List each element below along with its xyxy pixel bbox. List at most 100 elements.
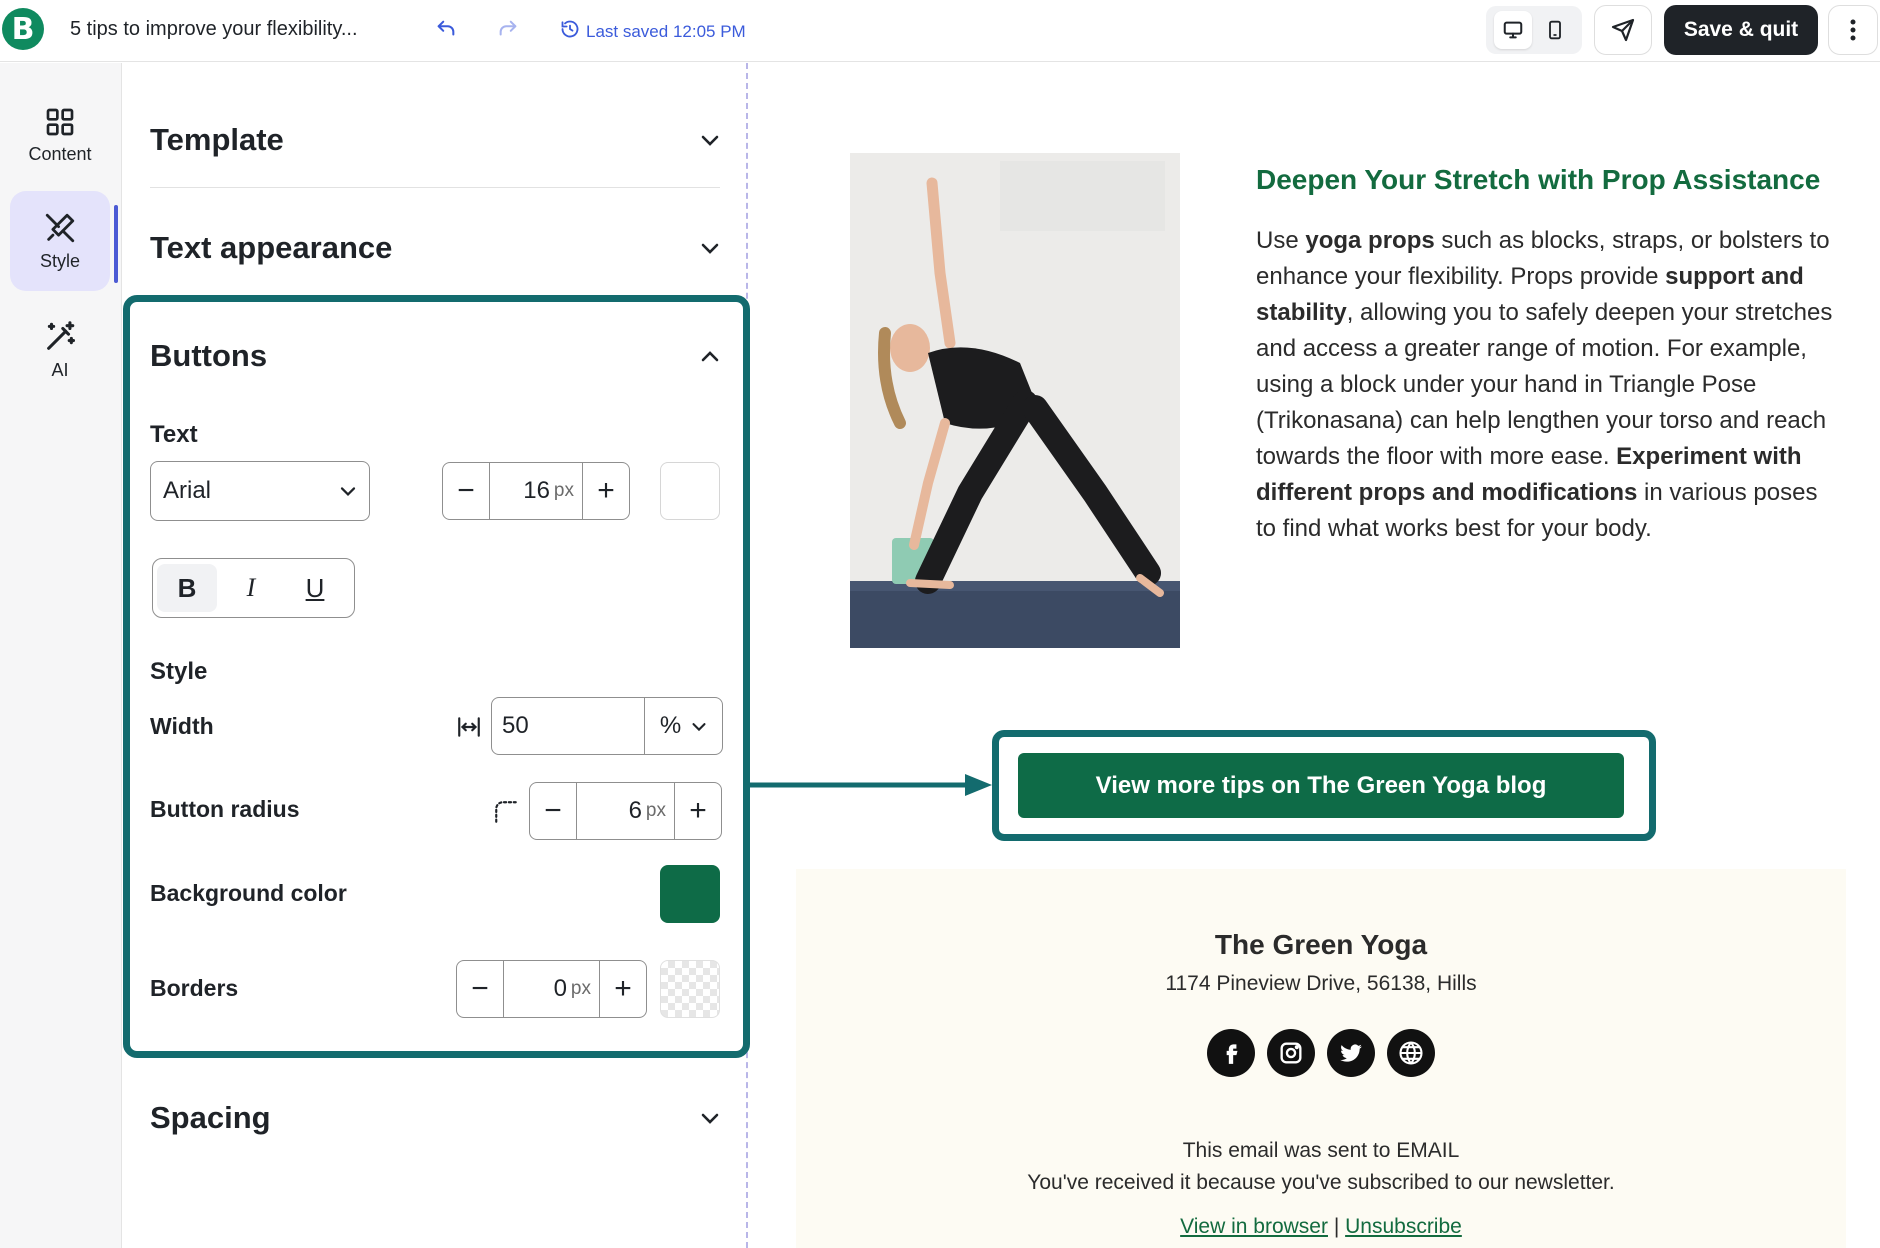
decrease-font-size-button[interactable]: − — [443, 463, 489, 519]
text-subsection-label: Text — [150, 421, 198, 448]
yoga-photo[interactable] — [850, 153, 1180, 648]
connector-arrow — [750, 774, 992, 796]
instagram-icon[interactable] — [1267, 1029, 1315, 1077]
section-template[interactable]: Template — [150, 115, 720, 165]
text-color-swatch[interactable] — [660, 462, 720, 520]
increase-border-button[interactable]: + — [600, 961, 646, 1017]
radius-unit: px — [645, 800, 666, 821]
footer-address: 1174 Pineview Drive, 56138, Hills — [1165, 972, 1477, 995]
footer-text: This email was sent to — [1182, 1139, 1397, 1162]
border-unit: px — [570, 978, 591, 999]
font-size-value: 16 — [523, 477, 550, 504]
decrease-radius-button[interactable]: − — [530, 783, 576, 839]
undo-icon[interactable] — [431, 14, 461, 44]
border-color-swatch[interactable] — [660, 960, 720, 1018]
desktop-icon — [1503, 21, 1523, 39]
section-title: Template — [150, 122, 284, 157]
radius-value: 6 — [628, 797, 642, 824]
footer-separator: | — [1327, 1215, 1346, 1238]
section-buttons[interactable]: Buttons — [150, 331, 720, 381]
buttons-section-highlight — [123, 295, 750, 1058]
width-icon — [456, 714, 482, 745]
kebab-icon — [1850, 19, 1856, 41]
chevron-down-icon — [340, 487, 356, 497]
width-unit-select[interactable]: % — [644, 698, 722, 754]
chevron-down-icon — [692, 722, 706, 731]
email-preview: Deepen Your Stretch with Prop Assistance… — [750, 63, 1880, 1248]
bold-button[interactable]: B — [157, 564, 217, 612]
email-footer: The Green Yoga 1174 Pineview Drive, 5613… — [796, 869, 1846, 1248]
rail-active-indicator — [114, 205, 118, 283]
width-unit-value: % — [659, 712, 682, 739]
left-rail: Content Style AI — [0, 63, 122, 1248]
border-value: 0 — [553, 975, 567, 1002]
section-title: Buttons — [150, 338, 268, 373]
body-text: Use — [1256, 227, 1306, 254]
width-input: 50 % — [491, 697, 723, 755]
mobile-icon — [1549, 20, 1561, 40]
social-links — [796, 1029, 1846, 1077]
view-in-browser-link[interactable]: View in browser — [1180, 1215, 1328, 1238]
font-size-stepper: − 16 px + — [442, 462, 630, 520]
chevron-down-icon — [701, 1113, 719, 1124]
rail-item-label: Content — [28, 143, 92, 164]
border-input[interactable]: 0 px — [503, 961, 600, 1017]
paper-plane-icon — [1611, 18, 1635, 42]
redo-icon[interactable] — [493, 14, 523, 44]
facebook-icon[interactable] — [1207, 1029, 1255, 1077]
unsubscribe-link[interactable]: Unsubscribe — [1345, 1215, 1462, 1238]
footer-brand: The Green Yoga — [1214, 929, 1428, 960]
borders-stepper: − 0 px + — [456, 960, 647, 1018]
width-value[interactable]: 50 — [492, 712, 644, 740]
rail-item-style[interactable]: Style — [10, 191, 110, 291]
body-bold: yoga props — [1305, 227, 1435, 254]
section-spacing[interactable]: Spacing — [150, 1093, 720, 1143]
style-panel: Template Text appearance Buttons Text Ar… — [123, 63, 750, 1248]
radius-input[interactable]: 6 px — [576, 783, 675, 839]
rail-item-ai[interactable]: AI — [10, 300, 110, 400]
mobile-view-button[interactable] — [1536, 11, 1574, 49]
globe-icon[interactable] — [1387, 1029, 1435, 1077]
background-color-label: Background color — [150, 880, 347, 906]
decrease-border-button[interactable]: − — [457, 961, 503, 1017]
font-size-unit: px — [553, 480, 574, 501]
document-title[interactable]: 5 tips to improve your flexibility... — [70, 18, 358, 41]
top-bar: B 5 tips to improve your flexibility... … — [0, 0, 1880, 62]
text-format-group: B I U — [152, 558, 355, 618]
email-placeholder: EMAIL — [1396, 1139, 1460, 1162]
style-subsection-label: Style — [150, 658, 208, 685]
chevron-up-icon — [701, 351, 719, 362]
radius-icon — [493, 799, 519, 830]
save-and-quit-button[interactable]: Save & quit — [1664, 5, 1818, 55]
device-toggle — [1486, 6, 1582, 54]
divider — [150, 187, 720, 188]
brevo-logo[interactable]: B — [2, 8, 44, 50]
borders-label: Borders — [150, 975, 239, 1001]
font-family-select[interactable]: Arial — [150, 461, 370, 521]
rail-item-label: Style — [39, 250, 81, 271]
footer-reason: You've received it because you've subscr… — [1027, 1171, 1615, 1194]
desktop-view-button[interactable] — [1494, 11, 1532, 49]
last-saved-text: Last saved 12:05 PM — [586, 21, 746, 41]
button-radius-label: Button radius — [150, 796, 300, 822]
rail-item-label: AI — [51, 359, 69, 380]
section-title: Spacing — [150, 1100, 271, 1135]
more-options-button[interactable] — [1828, 5, 1878, 55]
font-size-input[interactable]: 16 px — [489, 463, 583, 519]
chevron-down-icon — [701, 243, 719, 254]
twitter-icon[interactable] — [1327, 1029, 1375, 1077]
cta-button[interactable]: View more tips on The Green Yoga blog — [1018, 753, 1624, 818]
width-label: Width — [150, 713, 214, 739]
last-saved-status[interactable]: Last saved 12:05 PM — [560, 19, 746, 44]
increase-radius-button[interactable]: + — [675, 783, 721, 839]
section-text-appearance[interactable]: Text appearance — [150, 223, 720, 273]
increase-font-size-button[interactable]: + — [583, 463, 629, 519]
rail-item-content[interactable]: Content — [10, 85, 110, 185]
underline-button[interactable]: U — [285, 564, 345, 612]
italic-button[interactable]: I — [221, 564, 281, 612]
background-color-swatch[interactable] — [660, 865, 720, 923]
magic-wand-icon — [47, 320, 76, 350]
button-radius-stepper: − 6 px + — [529, 782, 722, 840]
history-icon — [560, 19, 580, 44]
send-test-button[interactable] — [1594, 5, 1652, 55]
